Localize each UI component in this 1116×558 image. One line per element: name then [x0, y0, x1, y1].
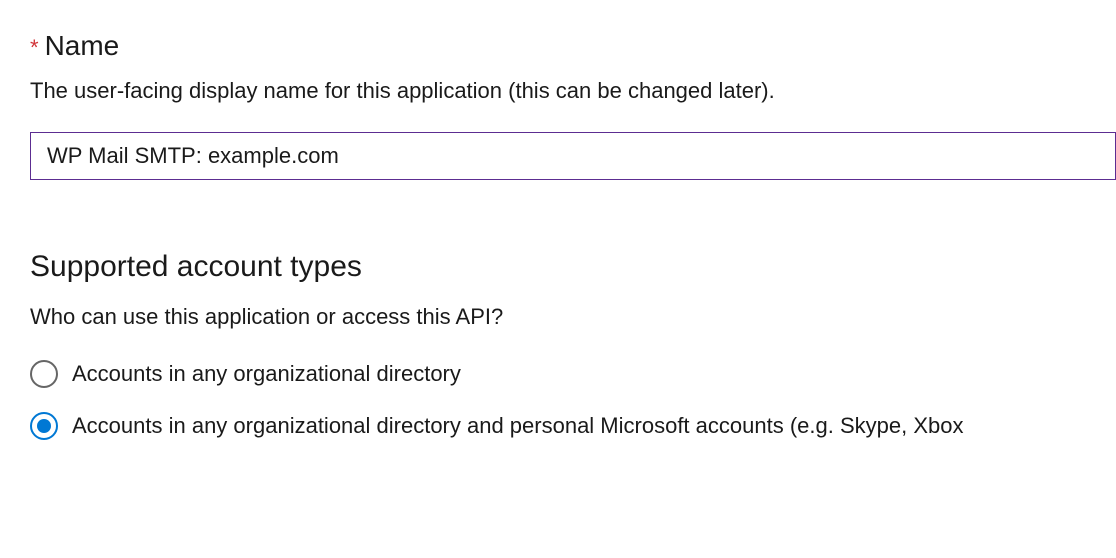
- radio-label-org-directory: Accounts in any organizational directory: [72, 361, 461, 387]
- required-indicator: *: [30, 35, 39, 61]
- account-types-subheading: Who can use this application or access t…: [30, 304, 1116, 330]
- name-field-description: The user-facing display name for this ap…: [30, 78, 1116, 104]
- radio-button-selected-icon: [30, 412, 58, 440]
- radio-label-org-and-personal: Accounts in any organizational directory…: [72, 413, 963, 439]
- account-types-heading: Supported account types: [30, 250, 1116, 284]
- radio-button-icon: [30, 360, 58, 388]
- radio-option-org-and-personal[interactable]: Accounts in any organizational directory…: [30, 412, 1116, 440]
- radio-option-org-directory[interactable]: Accounts in any organizational directory: [30, 360, 1116, 388]
- name-label-text: Name: [45, 30, 120, 62]
- name-input[interactable]: [30, 132, 1116, 180]
- account-types-radio-group: Accounts in any organizational directory…: [30, 360, 1116, 440]
- name-field-label: * Name: [30, 30, 1116, 62]
